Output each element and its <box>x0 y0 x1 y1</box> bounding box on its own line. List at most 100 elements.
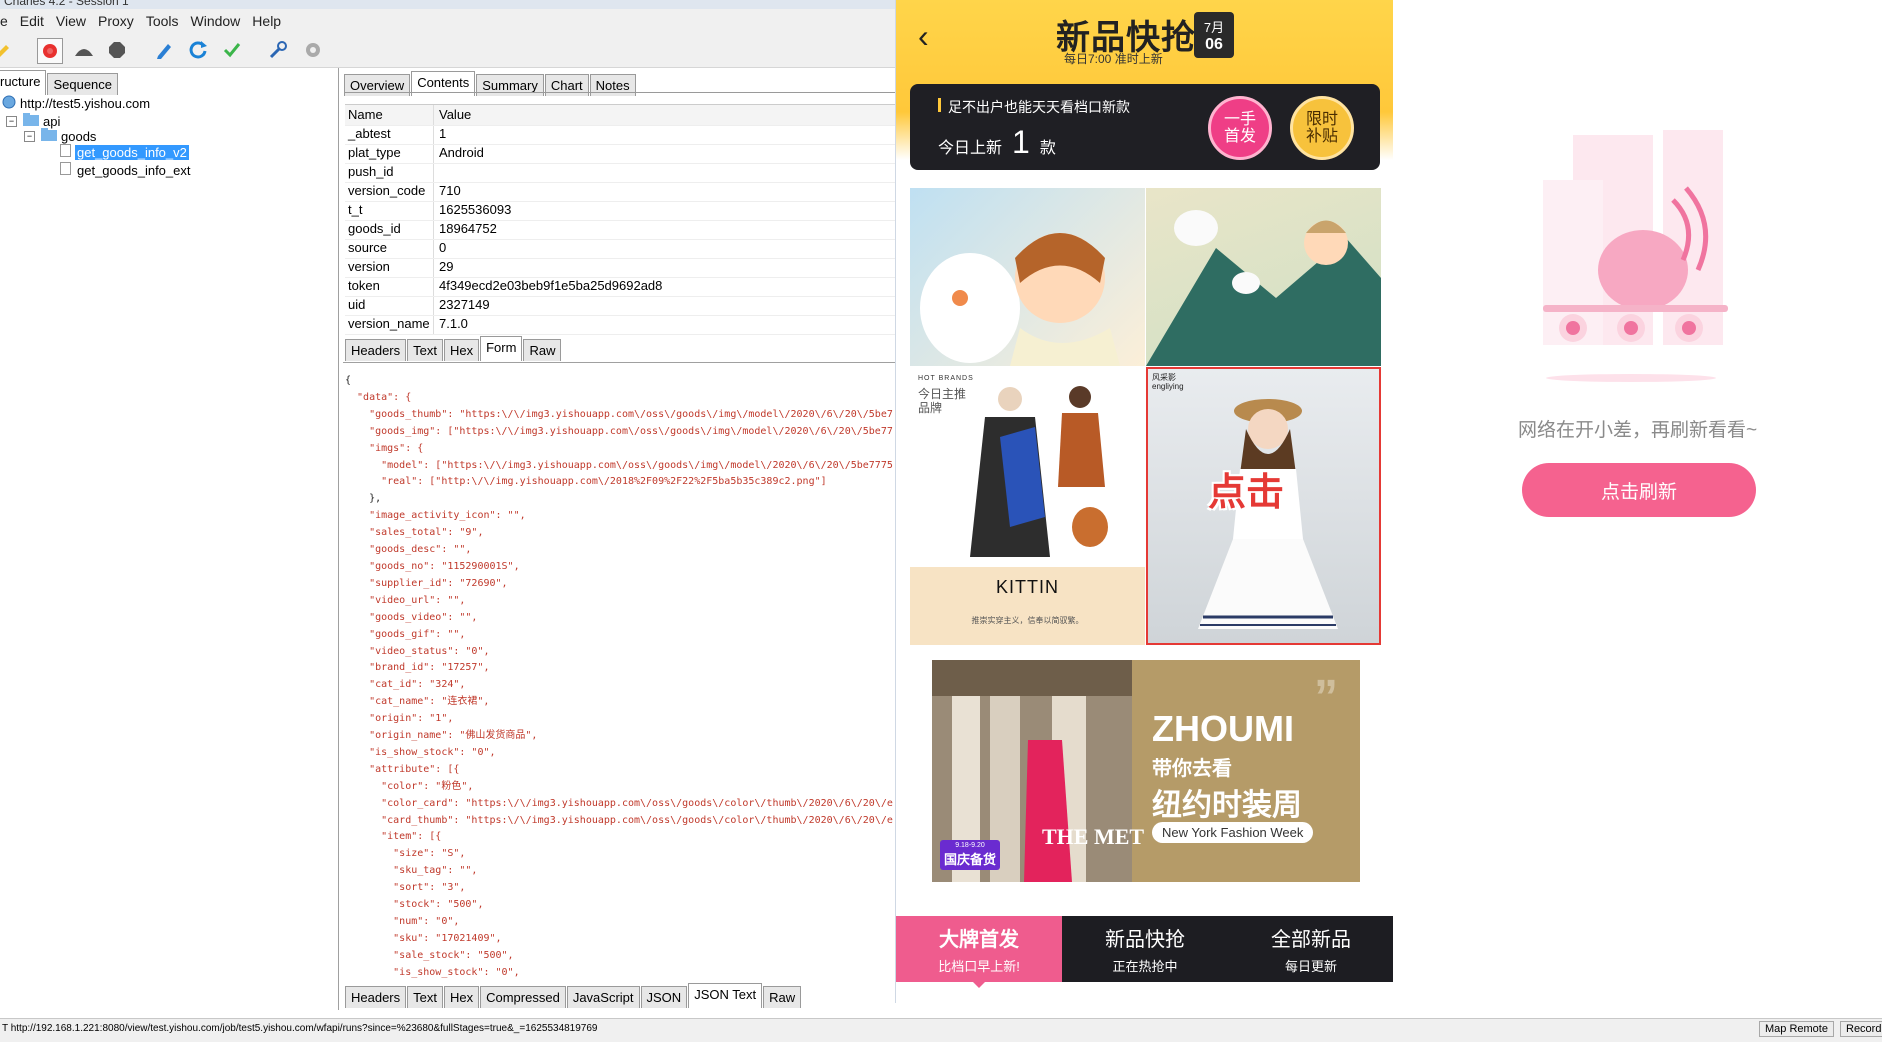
tab-sequence[interactable]: Sequence <box>47 73 119 95</box>
table-row[interactable]: source 0 <box>345 240 895 259</box>
table-row[interactable]: goods_id 18964752 <box>345 221 895 240</box>
tab-text[interactable]: Text <box>407 986 443 1008</box>
table-row[interactable]: version_code 710 <box>345 183 895 202</box>
json-line: "sales_total": "9", <box>345 527 484 539</box>
document-icon <box>60 162 71 178</box>
banner-line: 足不出户也能天天看档口新款 <box>948 99 1130 115</box>
settings-icon[interactable] <box>301 38 325 62</box>
row-name: push_id <box>345 164 434 182</box>
row-value: 0 <box>439 240 447 255</box>
json-line: "item": [{ <box>345 831 442 843</box>
product-card-kittin[interactable]: HOT BRANDS 今日主推 品牌 KITTIN 推崇实穿主义，信奉以简驭繁。 <box>910 367 1145 645</box>
repeat-icon[interactable] <box>186 38 210 62</box>
badge-limited-subsidy[interactable]: 限时 补贴 <box>1290 96 1354 160</box>
menu-proxy[interactable]: Proxy <box>92 13 140 29</box>
breakpoint-icon[interactable] <box>105 38 129 62</box>
table-row[interactable]: t_t 1625536093 <box>345 202 895 221</box>
tab-headers[interactable]: Headers <box>345 986 407 1008</box>
tab-javascript[interactable]: JavaScript <box>566 986 640 1008</box>
structure-tabs: ructure Sequence <box>0 70 119 95</box>
tree-host[interactable]: http://test5.yishou.com <box>2 95 150 112</box>
product-card-2[interactable] <box>1146 188 1381 366</box>
badge-first-release[interactable]: 一手 首发 <box>1208 96 1272 160</box>
json-line: "card_thumb": "https:\/\/img3.yishouapp.… <box>345 814 893 826</box>
zhoumi-banner[interactable]: THE MET ZHOUMI 带你去看 纽约时装周 New York Fashi… <box>924 646 1365 896</box>
anime-illustration <box>1146 210 1381 366</box>
nav-subtitle: 每日更新 <box>1284 959 1337 974</box>
json-line: }, <box>345 493 382 505</box>
menu-window[interactable]: Window <box>185 13 247 29</box>
today-prefix: 今日上新 <box>938 140 1003 157</box>
json-text-view[interactable]: { "data": { "goods_thumb": "https:\/\/im… <box>345 373 895 983</box>
table-body: _abtest 1 plat_type Android push_id version_c… <box>345 126 895 335</box>
table-row[interactable]: version 29 <box>345 259 895 278</box>
column-header-name[interactable]: Name <box>345 105 434 125</box>
json-line: "color": "粉色", <box>345 780 474 792</box>
menu-edit[interactable]: Edit <box>14 13 50 29</box>
tab-hex[interactable]: Hex <box>443 339 480 361</box>
collapse-icon[interactable]: − <box>6 115 17 127</box>
broom-icon[interactable] <box>0 38 16 62</box>
tab-hex[interactable]: Hex <box>443 986 480 1008</box>
menu-file[interactable]: e <box>0 13 14 29</box>
tab-compressed[interactable]: Compressed <box>480 986 566 1008</box>
calendar-icon: 7月 06 <box>1194 12 1234 58</box>
table-row[interactable]: uid 2327149 <box>345 297 895 316</box>
json-line: "goods_img": ["https:\/\/img3.yishouapp.… <box>345 425 893 437</box>
tab-text[interactable]: Text <box>407 339 443 361</box>
tree-api-label: api <box>43 113 61 129</box>
row-value: 1 <box>439 126 447 141</box>
table-row[interactable]: version_name 7.1.0 <box>345 316 895 335</box>
holiday-tag-label: 国庆备货 <box>944 852 997 867</box>
menu-view[interactable]: View <box>50 13 92 29</box>
product-card-1[interactable] <box>910 188 1145 366</box>
json-line: "video_status": "0", <box>345 645 490 657</box>
table-row[interactable]: _abtest 1 <box>345 126 895 145</box>
nav-brand-first[interactable]: 大牌首发 比档口早上新! <box>896 916 1062 988</box>
compose-icon[interactable] <box>152 38 176 62</box>
tree-item[interactable]: get_goods_info_ext <box>60 162 192 178</box>
model-figures <box>970 386 1108 557</box>
row-name: _abtest <box>345 126 434 144</box>
nav-new-rush[interactable]: 新品快抢 正在热抢中 <box>1062 916 1228 982</box>
row-value: 1625536093 <box>439 202 512 217</box>
tab-json[interactable]: JSON <box>640 986 688 1008</box>
tab-headers[interactable]: Headers <box>345 339 407 361</box>
nav-subtitle: 比档口早上新! <box>938 959 1020 974</box>
refresh-button[interactable]: 点击刷新 <box>1522 463 1756 517</box>
tree-item-selected[interactable]: get_goods_info_v2 <box>60 144 189 160</box>
tab-form[interactable]: Form <box>480 336 523 361</box>
record-icon[interactable] <box>37 38 63 64</box>
throttle-icon[interactable] <box>72 38 96 62</box>
tree-folder-goods[interactable]: − goods <box>24 128 96 144</box>
collapse-icon[interactable]: − <box>24 130 35 142</box>
tools-icon[interactable] <box>266 38 290 62</box>
back-icon[interactable]: ‹ <box>918 18 929 55</box>
tab-raw[interactable]: Raw <box>523 339 562 361</box>
met-text: THE MET <box>1042 824 1145 849</box>
map-remote-button[interactable]: Map Remote <box>1759 1021 1834 1037</box>
menu-help[interactable]: Help <box>246 13 287 29</box>
json-line: "goods_video": "", <box>345 611 478 623</box>
tab-structure[interactable]: ructure <box>0 70 47 95</box>
tree-folder-api[interactable]: − api <box>6 113 60 129</box>
validate-icon[interactable] <box>220 38 244 62</box>
record-status-button[interactable]: Record <box>1840 1021 1882 1037</box>
status-bar: T http://192.168.1.221:8080/view/test.yi… <box>0 1018 1882 1042</box>
tab-json-text[interactable]: JSON Text <box>688 983 763 1008</box>
table-row[interactable]: push_id <box>345 164 895 183</box>
column-header-value[interactable]: Value <box>434 105 471 125</box>
json-line: "video_url": "", <box>345 594 466 606</box>
table-row[interactable]: token 4f349ecd2e03beb9f1e5ba25d9692ad8 <box>345 278 895 297</box>
menu-tools[interactable]: Tools <box>140 13 185 29</box>
nav-title: 新品快抢 <box>1105 929 1185 951</box>
tab-raw[interactable]: Raw <box>763 986 802 1008</box>
table-row[interactable]: plat_type Android <box>345 145 895 164</box>
page-subtitle: 每日7:00 准时上新 <box>1064 52 1163 66</box>
document-icon <box>60 144 71 160</box>
window-title: Charles 4.2 - Session 1 <box>4 0 129 8</box>
nav-title: 全部新品 <box>1271 929 1351 951</box>
promo-banner[interactable]: 足不出户也能天天看档口新款 今日上新 1 款 一手 首发 限时 补贴 <box>910 84 1380 170</box>
nav-all-new[interactable]: 全部新品 每日更新 <box>1228 916 1394 982</box>
product-card-highlighted[interactable]: 风采影 engliying 点击 <box>1146 367 1381 645</box>
